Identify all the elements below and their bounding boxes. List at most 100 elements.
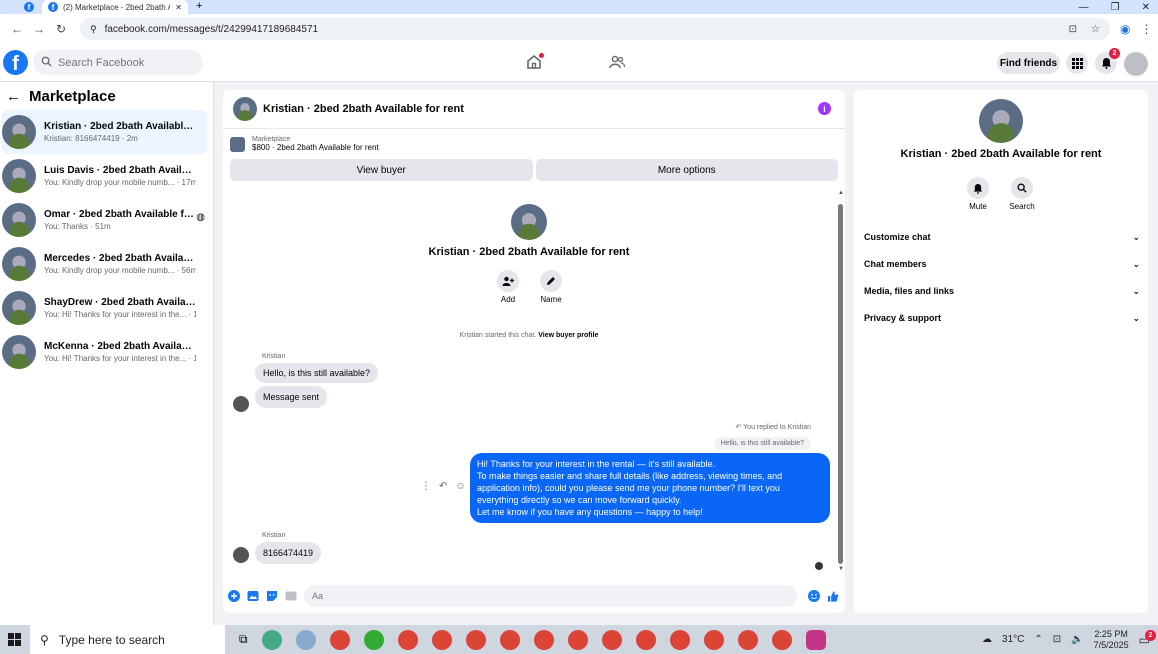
tab-close-icon[interactable]: ✕	[175, 3, 182, 12]
conversation-item[interactable]: Mercedes · 2bed 2bath Available for rent…	[2, 242, 207, 286]
chrome-icon[interactable]	[703, 629, 724, 650]
view-buyer-button[interactable]: View buyer	[230, 159, 533, 181]
home-icon[interactable]	[524, 53, 544, 73]
react-emoji-icon[interactable]: ☺	[455, 481, 465, 492]
chat-pane: Kristian · 2bed 2bath Available for rent…	[223, 90, 845, 613]
windows-start-icon[interactable]	[4, 630, 24, 650]
info-icon[interactable]: i	[818, 102, 831, 115]
reply-icon[interactable]: ↶	[439, 481, 447, 492]
chrome-icon[interactable]	[499, 629, 520, 650]
browser-profile-icon[interactable]: ◉	[1120, 22, 1130, 36]
contact-avatar	[511, 204, 547, 240]
customize-chat-section[interactable]: Customize chat ⌄	[864, 226, 1140, 248]
message-input[interactable]	[304, 585, 797, 607]
view-buyer-profile-link[interactable]: View buyer profile	[538, 332, 598, 339]
account-avatar[interactable]	[1124, 52, 1148, 76]
details-avatar	[979, 99, 1023, 143]
sender-name: Kristian	[262, 353, 286, 360]
conversation-item[interactable]: Kristian · 2bed 2bath Available for rent…	[2, 110, 207, 154]
new-tab-icon[interactable]: +	[196, 0, 202, 12]
facebook-logo-icon[interactable]: f	[3, 50, 28, 75]
emoji-icon[interactable]	[808, 590, 820, 602]
listing-summary[interactable]: Marketplace $800 · 2bed 2bath Available …	[223, 129, 845, 159]
media-files-links-section[interactable]: Media, files and links ⌄	[864, 280, 1140, 302]
notifications-bell-icon[interactable]: 2	[1095, 48, 1120, 74]
more-actions-icon[interactable]: ⋮	[421, 481, 431, 492]
menu-grid-icon[interactable]	[1066, 52, 1088, 74]
chat-title[interactable]: Kristian · 2bed 2bath Available for rent	[263, 103, 464, 115]
url-field[interactable]: ⚲ facebook.com/messages/t/24299417189684…	[80, 18, 1110, 40]
scroll-up-icon[interactable]: ▲	[838, 190, 844, 196]
mute-button[interactable]: Mute	[958, 177, 998, 211]
app-icon[interactable]	[363, 629, 384, 650]
friends-icon[interactable]	[607, 53, 627, 73]
tray-chevron-icon[interactable]: ⌃	[1034, 634, 1042, 645]
plus-icon[interactable]	[228, 590, 240, 602]
chrome-icon[interactable]	[737, 629, 758, 650]
incoming-message[interactable]: 8166474419	[255, 542, 322, 564]
instagram-icon[interactable]	[805, 629, 826, 650]
restore-icon[interactable]: ❐	[1111, 2, 1120, 13]
app-icon[interactable]	[295, 629, 316, 650]
search-input[interactable]	[58, 56, 188, 69]
network-icon[interactable]: ⊡	[1053, 634, 1061, 645]
name-chat-button[interactable]: Name	[540, 270, 562, 304]
tab-title: (2) Marketplace - 2bed 2bath A	[63, 2, 171, 12]
search-label: Search	[1009, 202, 1035, 211]
scroll-thumb[interactable]	[838, 204, 843, 564]
chrome-icon[interactable]	[329, 629, 350, 650]
conversation-item[interactable]: ShayDrew · 2bed 2bath Available for rent…	[2, 286, 207, 330]
forward-arrow-icon[interactable]: →	[28, 22, 50, 36]
action-center-icon[interactable]: ▭ 2	[1139, 629, 1156, 647]
minimize-icon[interactable]: —	[1079, 2, 1089, 13]
chrome-icon[interactable]	[397, 629, 418, 650]
back-arrow-icon[interactable]: ←	[6, 88, 21, 105]
conversation-item[interactable]: McKenna · 2bed 2bath Available for rent …	[2, 330, 207, 374]
back-arrow-icon[interactable]: ←	[6, 22, 28, 36]
taskbar-search-box[interactable]: ⚲ Type here to search	[30, 625, 225, 654]
gif-icon[interactable]	[285, 590, 297, 602]
incoming-message[interactable]: Hello, is this still available?	[255, 363, 379, 383]
volume-icon[interactable]: 🔈	[1071, 634, 1083, 645]
chrome-icon[interactable]	[601, 629, 622, 650]
more-options-button[interactable]: More options	[535, 159, 838, 181]
task-view-icon[interactable]: ⧉	[239, 632, 248, 647]
incoming-message[interactable]: Message sent	[255, 386, 328, 408]
search-in-chat-button[interactable]: Search	[1002, 177, 1042, 211]
thread-scrollbar[interactable]: ▲ ▼	[838, 190, 844, 572]
chrome-icon[interactable]	[669, 629, 690, 650]
photo-icon[interactable]	[247, 590, 259, 602]
scroll-down-icon[interactable]: ▼	[838, 566, 844, 572]
chrome-icon[interactable]	[533, 629, 554, 650]
chat-avatar[interactable]	[233, 97, 257, 121]
privacy-support-section[interactable]: Privacy & support ⌄	[864, 307, 1140, 329]
chrome-icon[interactable]	[635, 629, 656, 650]
chrome-icon[interactable]	[465, 629, 486, 650]
reload-icon[interactable]: ↻	[50, 22, 72, 36]
facebook-tab-icon[interactable]: f	[24, 2, 34, 12]
browser-tab[interactable]: f (2) Marketplace - 2bed 2bath A ✕	[42, 0, 188, 14]
browser-menu-icon[interactable]: ⋮	[1140, 22, 1152, 36]
sticker-icon[interactable]	[266, 590, 278, 602]
chrome-icon[interactable]	[771, 629, 792, 650]
add-people-button[interactable]: Add	[497, 270, 519, 304]
app-icon[interactable]	[261, 629, 282, 650]
bookmark-star-icon[interactable]: ☆	[1091, 24, 1100, 35]
thumbs-up-icon[interactable]	[827, 590, 839, 602]
temperature-text[interactable]: 31°C	[1002, 634, 1024, 645]
conversation-item[interactable]: Omar · 2bed 2bath Available for rent You…	[2, 198, 207, 242]
quoted-message[interactable]: Hello, is this still available?	[713, 437, 811, 450]
site-info-icon[interactable]: ⚲	[90, 24, 97, 35]
search-box[interactable]	[33, 50, 203, 75]
close-window-icon[interactable]: ✕	[1142, 2, 1150, 13]
outgoing-message[interactable]: Hi! Thanks for your interest in the rent…	[470, 453, 830, 523]
chat-members-section[interactable]: Chat members ⌄	[864, 253, 1140, 275]
chrome-icon[interactable]	[431, 629, 452, 650]
chrome-icon[interactable]	[567, 629, 588, 650]
window-controls: — ❐ ✕	[1079, 0, 1158, 14]
find-friends-button[interactable]: Find friends	[997, 52, 1060, 74]
weather-icon[interactable]: ☁	[982, 634, 992, 645]
conversation-item[interactable]: Luis Davis · 2bed 2bath Available for re…	[2, 154, 207, 198]
clock[interactable]: 2:25 PM 7/5/2025	[1094, 629, 1129, 651]
install-app-icon[interactable]: ⊡	[1069, 24, 1077, 35]
